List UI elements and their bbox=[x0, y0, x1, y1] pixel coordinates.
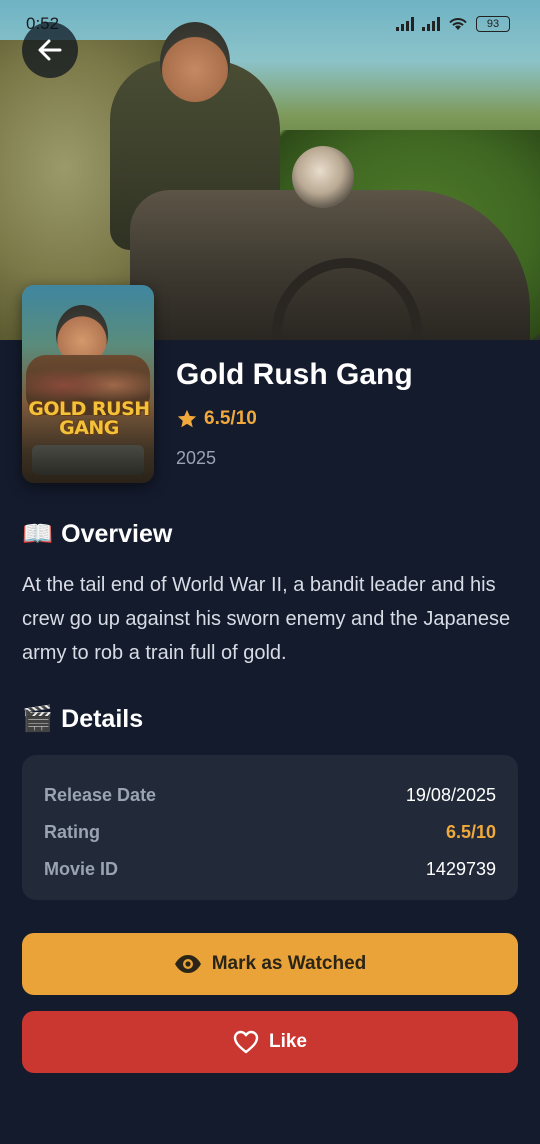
details-heading: 🎬 Details bbox=[22, 705, 143, 734]
detail-value: 6.5/10 bbox=[445, 822, 496, 842]
detail-row-release-date: Release Date 19/08/2025 bbox=[44, 777, 496, 814]
detail-value: 1429739 bbox=[425, 859, 496, 879]
rating-value: 6.5/10 bbox=[204, 408, 257, 429]
mark-as-watched-button[interactable]: Mark as Watched bbox=[22, 933, 518, 995]
back-button[interactable] bbox=[22, 22, 78, 78]
detail-label: Movie ID bbox=[44, 859, 119, 879]
signal-icon-2 bbox=[422, 17, 440, 31]
details-heading-label: Details bbox=[61, 705, 144, 733]
arrow-left-icon bbox=[38, 39, 62, 61]
like-label: Like bbox=[268, 1031, 308, 1052]
eye-icon bbox=[174, 955, 201, 973]
signal-icon bbox=[396, 17, 414, 31]
rating-line: 6.5/10 bbox=[176, 408, 257, 430]
detail-label: Release Date bbox=[44, 785, 157, 805]
star-icon bbox=[177, 409, 197, 428]
poster-title-art: GOLD RUSH GANG bbox=[28, 398, 150, 439]
movie-poster: GOLD RUSH GANG bbox=[22, 285, 154, 483]
book-icon: 📖 bbox=[22, 520, 54, 548]
details-card: Release Date 19/08/2025 Rating 6.5/10 Mo… bbox=[22, 755, 518, 900]
detail-value: 19/08/2025 bbox=[405, 785, 496, 805]
heart-outline-icon bbox=[233, 1030, 259, 1054]
backdrop-headlamp bbox=[292, 146, 354, 208]
battery-icon: 93 bbox=[476, 16, 510, 32]
detail-row-movie-id: Movie ID 1429739 bbox=[44, 851, 496, 888]
wifi-icon bbox=[449, 18, 467, 30]
status-bar: 0:52 93 bbox=[0, 0, 540, 48]
mark-as-watched-label: Mark as Watched bbox=[211, 953, 367, 974]
overview-text: At the tail end of World War II, a bandi… bbox=[22, 574, 511, 664]
poster-train bbox=[32, 445, 144, 475]
clapperboard-icon: 🎬 bbox=[22, 705, 54, 733]
overview-heading-label: Overview bbox=[61, 520, 173, 548]
release-year: 2025 bbox=[176, 448, 217, 468]
detail-label: Rating bbox=[44, 822, 100, 842]
movie-title: Gold Rush Gang bbox=[176, 358, 413, 391]
movie-detail-screen: 0:52 93 GOLD RUSH GANG Gold Rush Gang 6.… bbox=[0, 0, 540, 1144]
detail-row-rating: Rating 6.5/10 bbox=[44, 814, 496, 851]
status-icons: 93 bbox=[396, 16, 510, 32]
overview-heading: 📖 Overview bbox=[22, 520, 172, 549]
like-button[interactable]: Like bbox=[22, 1011, 518, 1073]
